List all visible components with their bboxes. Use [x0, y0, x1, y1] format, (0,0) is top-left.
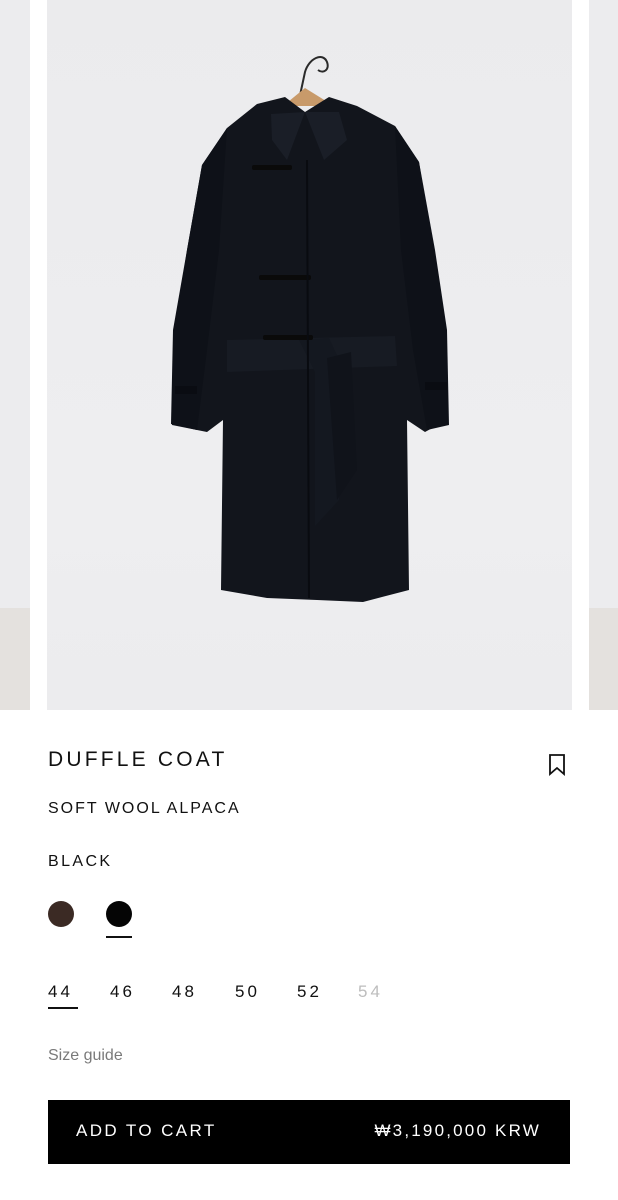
- previous-image-peek[interactable]: [0, 0, 30, 710]
- bookmark-icon[interactable]: [547, 753, 567, 777]
- product-image-carousel[interactable]: [0, 0, 618, 712]
- add-to-cart-label: ADD TO CART: [76, 1121, 217, 1140]
- size-option-44[interactable]: 44: [48, 982, 73, 1002]
- selected-swatch-indicator: [106, 936, 132, 938]
- product-title: DUFFLE COAT: [48, 748, 228, 771]
- size-option-54[interactable]: 54: [358, 982, 383, 1002]
- coat-illustration: [171, 56, 449, 602]
- size-option-52[interactable]: 52: [297, 982, 322, 1002]
- add-to-cart-button[interactable]: ADD TO CART ₩3,190,000 KRW: [48, 1100, 570, 1164]
- selected-color-label: BLACK: [48, 853, 113, 870]
- product-price: ₩3,190,000 KRW: [374, 1121, 541, 1140]
- size-option-48[interactable]: 48: [172, 982, 197, 1002]
- product-image: [47, 0, 572, 710]
- size-guide-link[interactable]: Size guide: [48, 1047, 123, 1065]
- size-option-50[interactable]: 50: [235, 982, 260, 1002]
- selected-size-indicator: [48, 1007, 78, 1009]
- product-page: DUFFLE COAT SOFT WOOL ALPACA BLACK 44 46…: [0, 0, 618, 1200]
- product-material: SOFT WOOL ALPACA: [48, 800, 241, 817]
- next-image-peek[interactable]: [589, 0, 618, 710]
- size-option-46[interactable]: 46: [110, 982, 135, 1002]
- color-swatch-brown[interactable]: [48, 901, 74, 927]
- color-swatch-black[interactable]: [106, 901, 132, 927]
